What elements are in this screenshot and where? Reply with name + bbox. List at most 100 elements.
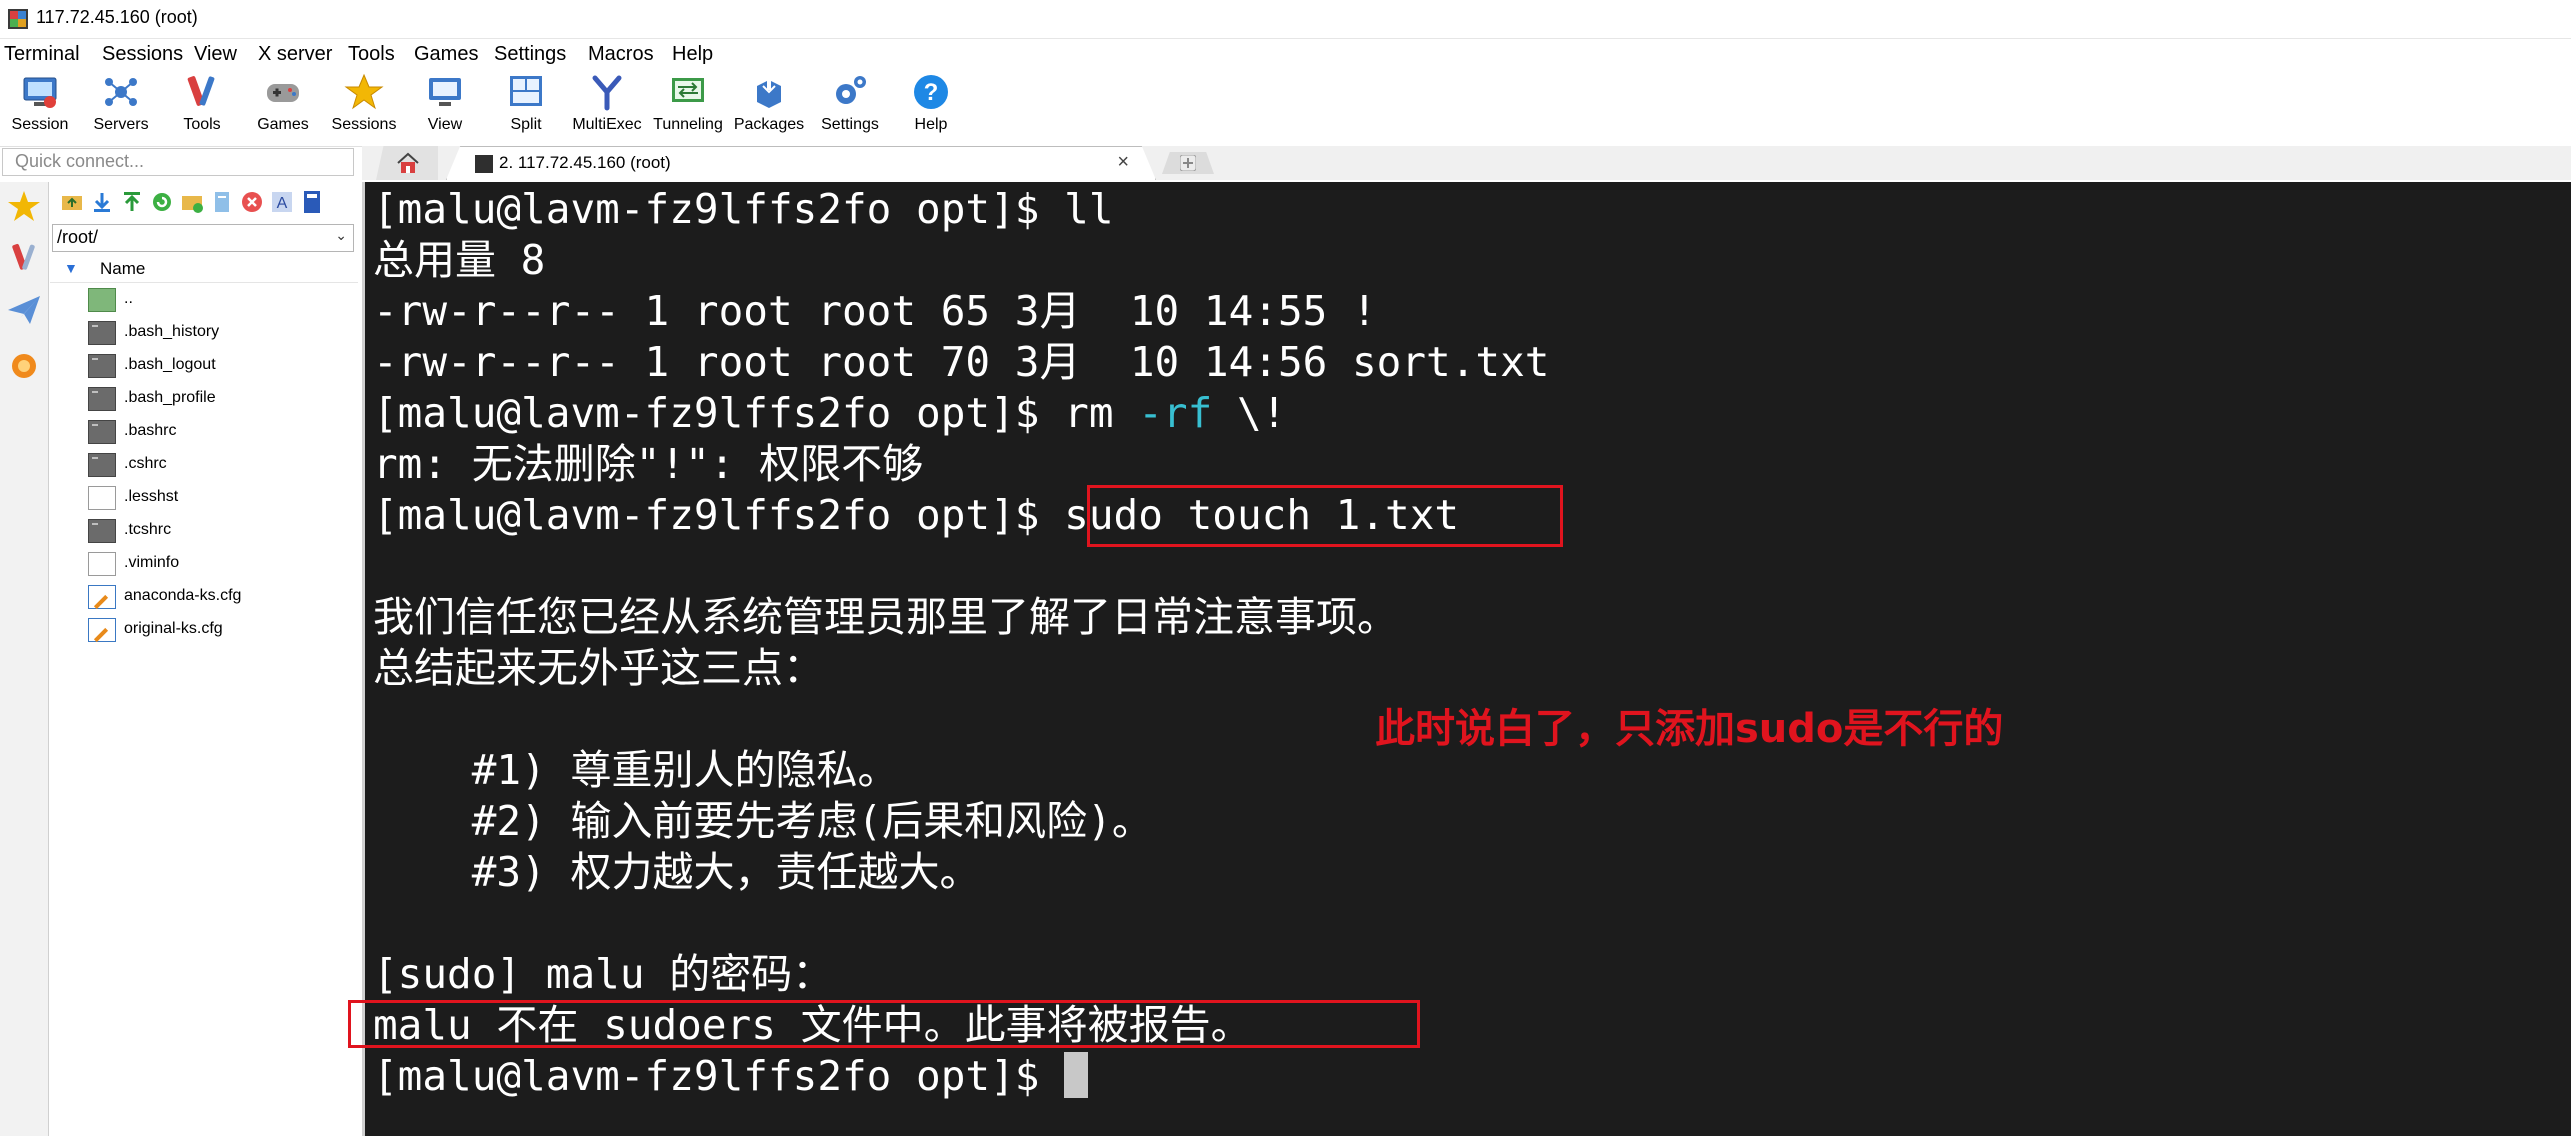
terminal-line: -rw-r--r-- 1 root root 70 3月 10 14:56 so… [373, 338, 1550, 386]
file-row[interactable]: .cshrc [88, 451, 348, 481]
toolbar-help-button[interactable]: ? Help [891, 72, 971, 142]
sftp-column-header: ▼ Name [50, 256, 358, 283]
file-row[interactable]: .bashrc [88, 418, 348, 448]
tunneling-icon [672, 78, 704, 102]
terminal-line: 我们信任您已经从系统管理员那里了解了日常注意事项。 [373, 593, 1398, 641]
games-icon [267, 84, 299, 102]
toolbar-session-button[interactable]: Session [0, 72, 80, 142]
terminal-file-icon [88, 519, 116, 543]
file-name: original-ks.cfg [124, 620, 223, 637]
up-folder-icon[interactable] [60, 190, 84, 214]
terminal-line: 总结起来无外乎这三点： [373, 644, 824, 692]
menu-bar: Terminal Sessions View X server Tools Ga… [0, 40, 2571, 70]
sort-arrow-icon[interactable]: ▼ [64, 260, 78, 276]
terminal-line: -rw-r--r-- 1 root root 65 3月 10 14:55 ! [373, 287, 1377, 335]
svg-text:A: A [277, 195, 288, 212]
home-icon [397, 152, 419, 173]
menu-x-server[interactable]: X server [258, 43, 332, 66]
packages-icon [757, 78, 781, 108]
quick-connect-input[interactable]: Quick connect... [2, 148, 354, 176]
terminal-file-icon [88, 354, 116, 378]
plus-icon [1180, 155, 1196, 171]
menu-tools[interactable]: Tools [348, 43, 395, 66]
file-row[interactable]: .. [88, 286, 348, 316]
tools-icon [12, 243, 35, 270]
upload-icon[interactable] [120, 190, 144, 214]
menu-macros[interactable]: Macros [588, 43, 654, 66]
toolbar: Session Servers Tools Games Sessions Vie… [0, 70, 2571, 147]
file-row[interactable]: .bash_profile [88, 385, 348, 415]
close-tab-icon[interactable]: × [1117, 151, 1129, 174]
terminal-line: [malu@lavm-fz9lffs2fo opt]$ [373, 1051, 1089, 1101]
terminal-cursor [1064, 1052, 1089, 1098]
rename-icon[interactable]: A [270, 190, 294, 214]
tools-icon [187, 76, 215, 106]
file-row[interactable]: .tcshrc [88, 517, 348, 547]
terminal-follow-icon[interactable] [300, 190, 324, 214]
terminal-pane[interactable]: [malu@lavm-fz9lffs2fo opt]$ ll 总用量 8 -rw… [348, 182, 2571, 1136]
file-row[interactable]: .viminfo [88, 550, 348, 580]
new-tab-button[interactable] [1162, 152, 1214, 174]
config-file-icon [88, 618, 116, 642]
toolbar-sessions-button[interactable]: Sessions [324, 72, 404, 142]
sidebar-sftp[interactable] [6, 292, 42, 332]
chevron-down-icon[interactable]: ⌄ [335, 227, 347, 244]
session-icon [23, 77, 57, 108]
sidebar-macros[interactable] [6, 348, 42, 388]
file-row[interactable]: .lesshst [88, 484, 348, 514]
tab-session-117-72-45-160[interactable]: 2. 117.72.45.160 (root) × [446, 146, 1156, 180]
file-row[interactable]: original-ks.cfg [88, 616, 348, 646]
menu-settings[interactable]: Settings [494, 43, 566, 66]
column-name-header[interactable]: Name [100, 259, 145, 279]
highlight-box-sudo-command [1087, 485, 1563, 547]
tab-bar: 2. 117.72.45.160 (root) × [362, 146, 2571, 180]
toolbar-split-button[interactable]: Split [486, 72, 566, 142]
file-row[interactable]: .bash_history [88, 319, 348, 349]
toolbar-servers-button[interactable]: Servers [81, 72, 161, 142]
file-row[interactable]: anaconda-ks.cfg [88, 583, 348, 613]
new-file-icon[interactable] [210, 190, 234, 214]
terminal-file-icon [88, 453, 116, 477]
toolbar-packages-button[interactable]: Packages [729, 72, 809, 142]
menu-sessions[interactable]: Sessions [102, 43, 183, 66]
toolbar-multiexec-button[interactable]: MultiExec [567, 72, 647, 142]
star-icon [344, 73, 384, 110]
sidebar-sessions-star[interactable] [6, 188, 42, 228]
menu-games[interactable]: Games [414, 43, 478, 66]
toolbar-games-button[interactable]: Games [243, 72, 323, 142]
file-name: .bash_profile [124, 389, 216, 406]
terminal-line: #1) 尊重别人的隐私。 [373, 746, 899, 794]
menu-help[interactable]: Help [672, 43, 713, 66]
file-row[interactable]: .bash_logout [88, 352, 348, 382]
file-name: .bashrc [124, 422, 177, 439]
sftp-toolbar: A [54, 188, 354, 218]
text-file-icon [88, 486, 116, 510]
file-name: .cshrc [124, 455, 167, 472]
download-icon[interactable] [90, 190, 114, 214]
sidebar-tools[interactable] [6, 240, 42, 280]
toolbar-tunneling-button[interactable]: Tunneling [648, 72, 728, 142]
file-name: .tcshrc [124, 521, 172, 538]
svg-text:?: ? [924, 79, 939, 106]
new-folder-icon[interactable] [180, 190, 204, 214]
macro-orb-icon [12, 354, 36, 378]
toolbar-settings-button[interactable]: Settings [810, 72, 890, 142]
parent-folder-icon [88, 288, 116, 312]
toolbar-view-button[interactable]: View [405, 72, 485, 142]
toolbar-tools-button[interactable]: Tools [162, 72, 242, 142]
terminal-line: [sudo] malu 的密码： [373, 950, 834, 998]
star-icon [8, 191, 40, 221]
file-name: .bash_history [124, 323, 220, 340]
ssh-session-icon [475, 155, 493, 173]
menu-terminal[interactable]: Terminal [4, 43, 80, 66]
text-file-icon [88, 552, 116, 576]
file-name: .viminfo [124, 554, 180, 571]
left-sidebar-strip [0, 182, 49, 1136]
menu-view[interactable]: View [194, 43, 237, 66]
mobaxterm-app-icon [8, 9, 28, 29]
home-tab[interactable] [376, 146, 438, 180]
sftp-path-field[interactable]: /root/ ⌄ [52, 224, 354, 252]
refresh-icon[interactable] [150, 190, 174, 214]
delete-icon[interactable] [240, 190, 264, 214]
view-icon [429, 78, 461, 106]
